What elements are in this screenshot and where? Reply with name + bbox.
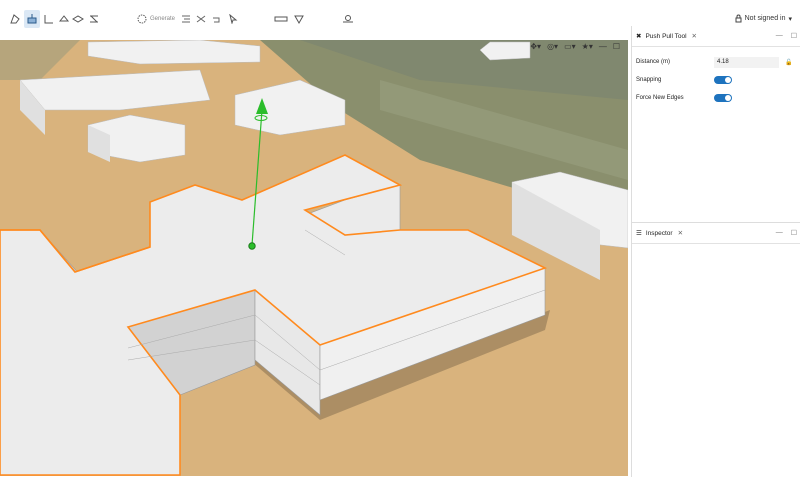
sun-shadow-icon[interactable] — [340, 10, 356, 28]
3d-viewport[interactable]: ✥▾ ◎▾ ▭▾ ★▾ — ☐ — [0, 40, 628, 476]
unlock-icon[interactable]: 🔓 — [785, 59, 792, 66]
close-icon[interactable]: ✕ — [692, 32, 697, 40]
minimize-icon[interactable]: — — [776, 32, 783, 40]
lock-icon — [735, 14, 742, 23]
maximize-icon[interactable]: ☐ — [613, 42, 620, 51]
measure-icon[interactable] — [42, 10, 56, 28]
account-menu[interactable]: Not signed in ▾ — [735, 14, 792, 23]
inspector-icon: ☰ — [636, 230, 642, 237]
gizmo-handle[interactable] — [248, 242, 256, 250]
draw-polygon-icon[interactable] — [8, 10, 22, 28]
snapping-row: Snapping — [632, 71, 800, 89]
select-cursor-icon[interactable] — [227, 10, 239, 28]
close-icon[interactable]: ✕ — [678, 229, 683, 237]
maximize-icon[interactable]: ☐ — [791, 229, 797, 237]
distance-row: Distance (m) 4.18 🔓 — [636, 56, 793, 68]
camera-icon[interactable]: ◎▾ — [547, 42, 558, 51]
inspector-panel: ☰ Inspector ✕ — ☐ — [631, 222, 800, 477]
viewport-toolbar: ✥▾ ◎▾ ▭▾ ★▾ — ☐ — [530, 42, 620, 51]
align-icon[interactable] — [180, 10, 192, 28]
push-pull-icon[interactable] — [24, 10, 40, 28]
slice-tool-icon[interactable] — [292, 10, 306, 28]
shape-grammar-icon[interactable] — [57, 10, 71, 28]
push-pull-panel-header: ✖ Push Pull Tool ✕ — ☐ — [632, 26, 800, 47]
generate-button[interactable]: Generate — [136, 10, 176, 28]
generate-icon — [137, 14, 147, 24]
street-icon[interactable] — [87, 10, 101, 28]
force-edges-row: Force New Edges — [632, 89, 800, 107]
chevron-down-icon: ▾ — [788, 15, 792, 23]
layers-icon[interactable] — [71, 10, 85, 28]
shuffle-icon[interactable] — [195, 10, 207, 28]
force-edges-toggle[interactable] — [714, 94, 732, 102]
navigation-icon[interactable]: ✥▾ — [530, 42, 541, 51]
minimize-icon[interactable]: — — [776, 229, 783, 237]
signin-status: Not signed in — [744, 15, 786, 22]
undo-icon[interactable] — [210, 10, 222, 28]
display-icon[interactable]: ▭▾ — [564, 42, 576, 51]
push-pull-tool-icon: ✖ — [636, 33, 642, 40]
ruler-icon[interactable] — [274, 10, 288, 28]
push-pull-panel: ✖ Push Pull Tool ✕ — ☐ Distance (m) 4.18… — [631, 26, 800, 222]
bookmark-star-icon[interactable]: ★▾ — [582, 42, 593, 51]
distance-field[interactable]: 4.18 — [714, 56, 779, 68]
maximize-icon[interactable]: ☐ — [791, 32, 797, 40]
snapping-toggle[interactable] — [714, 76, 732, 84]
scene — [0, 40, 628, 476]
inspector-panel-header: ☰ Inspector ✕ — ☐ — [632, 223, 800, 244]
minimize-icon[interactable]: — — [599, 42, 607, 51]
